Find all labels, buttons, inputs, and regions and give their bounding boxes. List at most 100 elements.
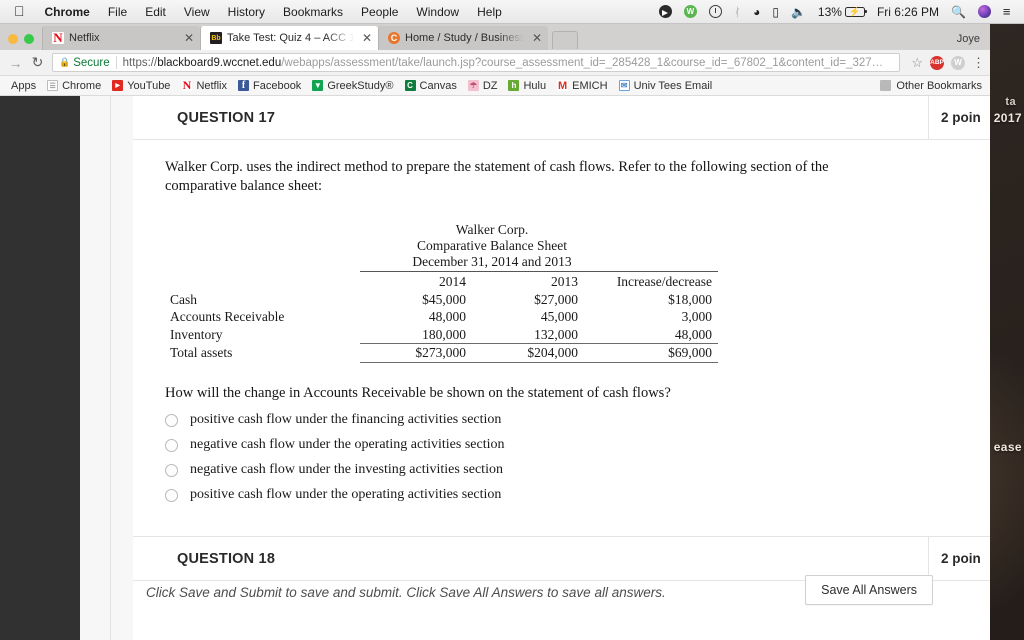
- adblock-extension-icon[interactable]: ABP: [930, 55, 944, 70]
- bookmark-dz[interactable]: ☂ DZ: [463, 80, 503, 92]
- radio-button-d[interactable]: [165, 488, 178, 502]
- menu-item-edit[interactable]: Edit: [136, 5, 175, 19]
- tab-title: Home / Study / Business / Acc: [405, 32, 524, 44]
- minimize-button[interactable]: [8, 34, 18, 44]
- option-label: negative cash flow under the investing a…: [190, 462, 503, 478]
- cell-2014: 180,000: [422, 326, 466, 342]
- menu-item-file[interactable]: File: [99, 5, 136, 19]
- menu-item-bookmarks[interactable]: Bookmarks: [274, 5, 352, 19]
- question-17-body: Walker Corp. uses the indirect method to…: [133, 140, 990, 542]
- table-row-inventory: Inventory 180,000 132,000 48,000: [170, 326, 718, 344]
- option-row-d[interactable]: positive cash flow under the operating a…: [165, 483, 950, 508]
- new-tab-button[interactable]: [552, 31, 578, 49]
- profile-name-label[interactable]: Joye: [957, 33, 980, 45]
- option-label: positive cash flow under the financing a…: [190, 412, 502, 428]
- option-label: negative cash flow under the operating a…: [190, 437, 505, 453]
- url-host: blackboard9.wccnet.edu: [157, 56, 282, 69]
- bookmark-label: YouTube: [127, 79, 171, 92]
- netflix-icon: N: [181, 78, 193, 92]
- radio-button-a[interactable]: [165, 413, 178, 427]
- close-icon[interactable]: ✕: [529, 31, 542, 45]
- question-17-options: positive cash flow under the financing a…: [165, 408, 950, 508]
- bookmark-star-icon[interactable]: ☆: [907, 55, 923, 71]
- bookmark-emich[interactable]: M EMICH: [552, 80, 612, 92]
- save-all-answers-button[interactable]: Save All Answers: [805, 575, 933, 605]
- url-path: /webapps/assessment/take/launch.jsp?cour…: [281, 56, 884, 69]
- menu-item-chrome[interactable]: Chrome: [36, 5, 99, 19]
- question-18-points: 2 poin: [928, 537, 990, 580]
- bookmark-hulu[interactable]: h Hulu: [503, 80, 551, 92]
- menu-item-people[interactable]: People: [352, 5, 407, 19]
- wallpaper-text-ease: ease: [993, 440, 1022, 454]
- tab-strip: N Netflix ✕ Bb Take Test: Quiz 4 – ACC 1…: [0, 24, 990, 50]
- assessment-content: QUESTION 17 2 poin Walker Corp. uses the…: [133, 96, 990, 640]
- greekstudy-icon: ▼: [312, 80, 324, 91]
- page-viewport: QUESTION 17 2 poin Walker Corp. uses the…: [0, 96, 990, 640]
- question-17-prompt: Walker Corp. uses the indirect method to…: [165, 159, 829, 195]
- row-label: Accounts Receivable: [170, 309, 285, 325]
- statement-name: Comparative Balance Sheet: [417, 238, 567, 254]
- option-row-c[interactable]: negative cash flow under the investing a…: [165, 458, 950, 483]
- reload-icon[interactable]: ↻: [30, 54, 45, 71]
- radio-button-b[interactable]: [165, 438, 178, 452]
- close-icon[interactable]: ✕: [359, 31, 372, 45]
- wifi-icon[interactable]: ◕: [747, 5, 766, 19]
- wikipedia-extension-icon[interactable]: W: [951, 55, 965, 70]
- bookmark-chrome[interactable]: ☰ Chrome: [42, 80, 106, 92]
- tab-netflix[interactable]: N Netflix ✕: [42, 26, 200, 50]
- menu-bar-clock[interactable]: Fri 6:26 PM: [871, 5, 945, 19]
- forward-icon[interactable]: →: [8, 55, 23, 71]
- bookmark-label: Chrome: [62, 79, 102, 92]
- chrome-menu-icon[interactable]: ⋮: [972, 55, 985, 71]
- airplay-icon[interactable]: ▯: [766, 5, 785, 19]
- option-row-b[interactable]: negative cash flow under the operating a…: [165, 433, 950, 458]
- apple-logo-icon[interactable]: : [8, 4, 36, 20]
- bookmark-facebook[interactable]: f Facebook: [233, 80, 306, 92]
- screen-recorder-icon[interactable]: [653, 5, 678, 18]
- bookmark-greekstudy[interactable]: ▼ GreekStudy®: [307, 80, 398, 92]
- menu-item-window[interactable]: Window: [407, 5, 468, 19]
- menu-item-help[interactable]: Help: [468, 5, 511, 19]
- row-label: Inventory: [170, 326, 223, 342]
- spotlight-search-icon[interactable]: 🔍: [945, 5, 972, 19]
- url-scheme: https://: [122, 56, 158, 69]
- chrome-browser-window: N Netflix ✕ Bb Take Test: Quiz 4 – ACC 1…: [0, 24, 990, 640]
- menu-item-view[interactable]: View: [175, 5, 219, 19]
- table-row-total-assets: Total assets $273,000 $204,000 $69,000: [170, 343, 718, 363]
- cell-2013: $27,000: [534, 291, 578, 307]
- option-row-a[interactable]: positive cash flow under the financing a…: [165, 408, 950, 433]
- bookmark-youtube[interactable]: ▶ YouTube: [107, 80, 175, 92]
- cell-2013: $204,000: [472, 343, 584, 363]
- menu-item-history[interactable]: History: [219, 5, 274, 19]
- bookmark-univ-tees-email[interactable]: ✉ Univ Tees Email: [614, 80, 718, 92]
- company-name: Walker Corp.: [455, 222, 529, 238]
- question-17-points: 2 poin: [928, 96, 990, 139]
- volume-icon[interactable]: 🔈: [785, 5, 812, 19]
- tab-take-test[interactable]: Bb Take Test: Quiz 4 – ACC 122: F ✕: [200, 26, 378, 50]
- radio-button-c[interactable]: [165, 463, 178, 477]
- address-bar[interactable]: 🔒 Secure https://blackboard9.wccnet.edu/…: [52, 53, 901, 72]
- row-label: Cash: [170, 291, 197, 307]
- bookmark-canvas[interactable]: C Canvas: [400, 80, 462, 92]
- siri-icon[interactable]: [972, 5, 997, 18]
- battery-status[interactable]: 13% ⚡: [812, 5, 871, 19]
- dz-icon: ☂: [467, 80, 479, 91]
- close-icon[interactable]: ✕: [181, 31, 194, 45]
- mac-menu-bar:  Chrome File Edit View History Bookmark…: [0, 0, 1024, 24]
- bookmarks-bar: Apps ☰ Chrome ▶ YouTube N Netflix f Face…: [0, 76, 990, 96]
- question-17-header: QUESTION 17 2 poin: [133, 96, 990, 140]
- bookmark-apps[interactable]: Apps: [6, 80, 41, 92]
- bluetooth-icon[interactable]: ᚰ: [728, 5, 747, 19]
- wallpaper-text-year: 2017: [993, 111, 1022, 125]
- time-machine-icon[interactable]: [703, 5, 728, 18]
- bookmark-netflix[interactable]: N Netflix: [176, 78, 232, 92]
- notification-center-icon[interactable]: ≡: [997, 4, 1016, 19]
- canvas-icon: C: [388, 32, 400, 44]
- other-bookmarks-label: Other Bookmarks: [896, 79, 982, 92]
- wikipedia-w-icon[interactable]: W: [678, 5, 703, 18]
- tab-canvas-home[interactable]: C Home / Study / Business / Acc ✕: [378, 26, 548, 50]
- maximize-button[interactable]: [24, 34, 34, 44]
- cell-2013: 132,000: [534, 326, 578, 342]
- question-18-section: QUESTION 18 2 poin Click Save and Submit…: [133, 536, 990, 640]
- other-bookmarks-folder[interactable]: Other Bookmarks: [880, 80, 982, 92]
